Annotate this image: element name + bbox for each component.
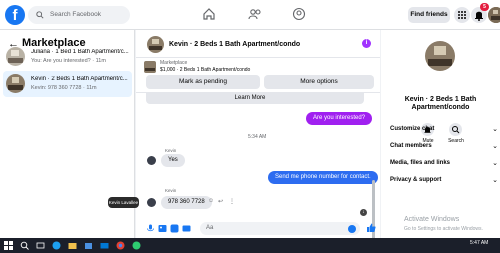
store-icon[interactable] (84, 241, 93, 250)
chevron-down-icon: ⌄ (492, 126, 498, 133)
conversation-details-panel: Kevin · 2 Beds 1 Bath Apartment/condo Mu… (381, 30, 500, 238)
windows-start-icon[interactable] (4, 241, 13, 250)
grid-icon (458, 11, 466, 19)
chat-header: Kevin · 2 Beds 1 Bath Apartment/condo i (136, 30, 380, 58)
more-options-button[interactable]: More options (264, 75, 374, 89)
conversation-item[interactable]: Juliana · 1 Bed 1 Bath Apartment/c... Yo… (3, 44, 132, 70)
app-icon[interactable] (132, 241, 141, 250)
search-input[interactable]: Search Facebook (28, 6, 130, 24)
chrome-icon[interactable] (116, 241, 125, 250)
outgoing-message[interactable]: Are you interested? (306, 112, 373, 125)
room-photo (488, 7, 500, 23)
task-view-icon[interactable] (36, 241, 45, 250)
facebook-logo-icon[interactable]: f (5, 5, 25, 25)
outgoing-message[interactable]: Send me phone number for contact. (268, 171, 378, 184)
search-icon (36, 11, 44, 19)
find-friends-button[interactable]: Find friends (408, 7, 450, 23)
home-icon[interactable] (202, 7, 216, 21)
activation-watermark-sub: Go to Settings to activate Windows. (404, 226, 483, 232)
sender-name: Kevin (165, 148, 177, 153)
reply-icon[interactable]: ↩ (218, 198, 223, 205)
groups-icon[interactable] (292, 7, 306, 21)
message-composer: Aa (136, 218, 380, 238)
listing-detail: $1,000 · 2 Beds 1 Bath Apartment/condo (160, 67, 251, 73)
chevron-down-icon: ⌄ (492, 143, 498, 150)
sender-name: Kevin (165, 188, 177, 193)
tooltip: Kevin Lavallee (108, 197, 139, 208)
privacy-support-row[interactable]: Privacy & support ⌄ (390, 177, 498, 184)
row-label: Chat members (390, 143, 432, 149)
notification-badge: 5 (480, 3, 489, 11)
listing-summary[interactable]: Marketplace $1,000 · 2 Beds 1 Bath Apart… (144, 60, 374, 74)
listing-thumbnail (6, 74, 25, 93)
incoming-message[interactable]: 978 360 7728 (161, 196, 212, 209)
mark-as-pending-button[interactable]: Mark as pending (146, 75, 260, 89)
friends-icon[interactable] (248, 7, 262, 21)
menu-grid-button[interactable] (454, 7, 470, 23)
mail-icon[interactable] (100, 241, 109, 250)
scroll-down-icon[interactable]: ↓ (360, 209, 367, 216)
windows-taskbar: 5:47 AM (0, 238, 500, 253)
conversation-preview: You: Are you interested? · 11m (31, 58, 106, 64)
contact-avatar[interactable] (425, 41, 455, 71)
chat-title[interactable]: Kevin · 2 Beds 1 Bath Apartment/condo (169, 41, 300, 48)
conversation-title: Kevin · 2 Beds 1 Bath Apartment/c... (31, 76, 128, 82)
gif-icon[interactable] (182, 224, 191, 233)
emoji-icon[interactable] (348, 225, 356, 233)
clock-time[interactable]: 5:47 AM (470, 240, 488, 246)
sender-avatar[interactable] (147, 198, 156, 207)
learn-more-button[interactable]: Learn More (226, 92, 274, 104)
message-placeholder: Aa (206, 225, 214, 231)
search-icon[interactable] (20, 241, 29, 250)
top-navigation: f Search Facebook Find friends 5 (0, 0, 500, 30)
info-icon[interactable]: i (362, 39, 371, 48)
microphone-icon[interactable] (146, 224, 155, 233)
conversation-preview: Kevin: 978 360 7728 · 11m (31, 85, 97, 91)
conversation-title: Juliana · 1 Bed 1 Bath Apartment/c... (31, 49, 129, 55)
search-placeholder: Search Facebook (50, 11, 101, 18)
chevron-down-icon: ⌄ (492, 160, 498, 167)
sticker-icon[interactable] (170, 224, 179, 233)
row-label: Customize chat (390, 126, 435, 132)
account-avatar[interactable] (488, 7, 500, 23)
listing-source: Marketplace (160, 60, 188, 66)
customize-chat-row[interactable]: Customize chat ⌄ (390, 126, 498, 133)
incoming-message[interactable]: Yes (161, 154, 185, 167)
media-files-row[interactable]: Media, files and links ⌄ (390, 160, 498, 167)
listing-thumbnail (144, 61, 156, 73)
row-label: Media, files and links (390, 160, 451, 166)
contact-name: Kevin · 2 Beds 1 Bath Apartment/condo (404, 96, 477, 111)
chat-panel: Kevin · 2 Beds 1 Bath Apartment/condo i … (108, 30, 380, 240)
conversation-item-active[interactable]: Kevin · 2 Beds 1 Bath Apartment/c... Kev… (3, 71, 132, 97)
row-label: Privacy & support (390, 177, 442, 183)
react-icon[interactable]: ☺ (208, 198, 214, 204)
listing-thumbnail (6, 47, 25, 66)
chat-avatar[interactable] (147, 36, 164, 53)
chat-members-row[interactable]: Chat members ⌄ (390, 143, 498, 150)
thumbs-up-icon[interactable] (366, 223, 376, 233)
browser-icon[interactable] (52, 241, 61, 250)
folder-icon[interactable] (68, 241, 77, 250)
more-icon[interactable]: ⋮ (229, 198, 235, 205)
photo-icon[interactable] (158, 224, 167, 233)
activation-watermark: Activate Windows (404, 216, 460, 223)
chevron-down-icon: ⌄ (492, 177, 498, 184)
message-timestamp: 5:34 AM (248, 134, 267, 140)
message-input[interactable]: Aa (200, 222, 360, 235)
sender-avatar[interactable] (147, 156, 156, 165)
